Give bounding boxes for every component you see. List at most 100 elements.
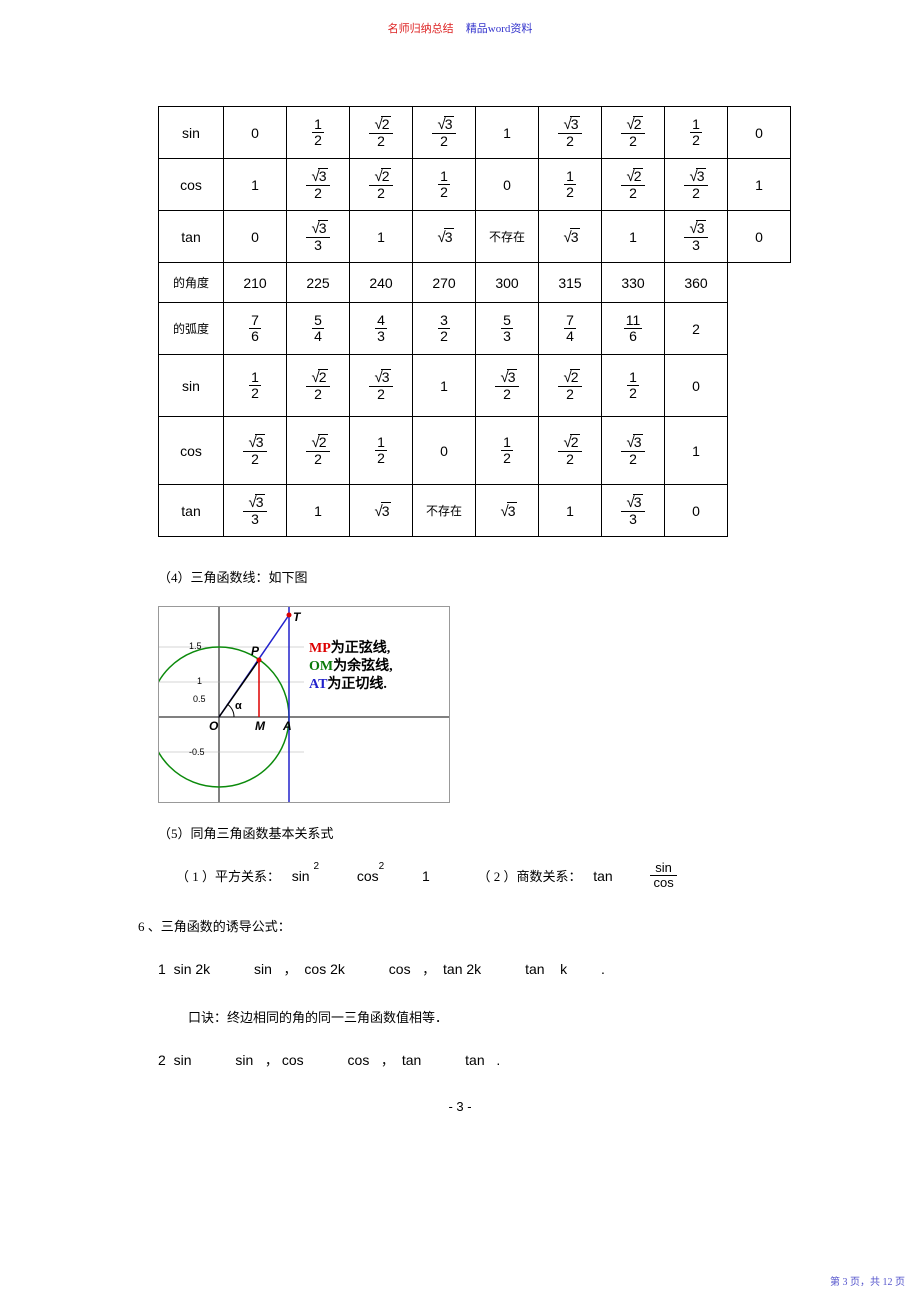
svg-text:A: A <box>282 719 292 733</box>
cell: 22 <box>287 355 350 417</box>
cell: 0 <box>224 211 287 263</box>
cell: 1 <box>728 159 791 211</box>
row-header: cos <box>159 159 224 211</box>
svg-text:α: α <box>235 700 242 712</box>
cell: 12 <box>602 355 665 417</box>
cell: 0 <box>413 417 476 485</box>
cell: 0 <box>665 355 728 417</box>
cell: 1 <box>287 485 350 537</box>
row-header: cos <box>159 417 224 485</box>
table-row: tan 33 1 3 不存在 3 1 33 0 <box>159 485 791 537</box>
induction-formula-1: 1 sin 2k sin ， cos 2k cos ， tan 2k tan k… <box>158 955 798 983</box>
cell: 22 <box>539 355 602 417</box>
cell: 240 <box>350 263 413 303</box>
page-header: 名师归纳总结 精品word资料 <box>0 20 920 36</box>
trig-lines-figure: T P O M A α 1.5 1 0.5 -0.5 MP为正弦线, OM为余弦线,… <box>158 606 450 803</box>
svg-text:P: P <box>251 644 260 658</box>
cell: 74 <box>539 303 602 355</box>
row-header: sin <box>159 355 224 417</box>
section-5-title: （5）同角三角函数基本关系式 <box>158 823 798 842</box>
cell: 12 <box>665 107 728 159</box>
cell: 3 <box>476 485 539 537</box>
table-row: cos 1 32 22 12 0 12 22 32 1 <box>159 159 791 211</box>
identity-formulas: （ 1 ）平方关系： sin 2 cos2 1 （ 2 ）商数关系： tan s… <box>176 862 798 892</box>
table-row: 的弧度 76 54 43 32 53 74 116 2 <box>159 303 791 355</box>
rel2-label: （ 2 ）商数关系： <box>478 869 582 884</box>
cell: 315 <box>539 263 602 303</box>
table-row: sin 12 22 32 1 32 22 12 0 <box>159 355 791 417</box>
page-footer: 第 3 页，共 12 页 <box>830 1273 905 1288</box>
cell: 1 <box>539 485 602 537</box>
cell: 12 <box>287 107 350 159</box>
cell: 225 <box>287 263 350 303</box>
svg-text:T: T <box>293 610 302 624</box>
svg-text:MP为正弦线,: MP为正弦线, <box>309 639 390 656</box>
cell: 33 <box>224 485 287 537</box>
cell: 12 <box>350 417 413 485</box>
section-6-title: 6 、三角函数的诱导公式： <box>138 916 798 935</box>
cell: 22 <box>602 159 665 211</box>
cell: 不存在 <box>476 211 539 263</box>
header-right: 精品word资料 <box>466 23 533 35</box>
svg-text:1: 1 <box>197 676 202 686</box>
cell: 22 <box>287 417 350 485</box>
cell: 不存在 <box>413 485 476 537</box>
page: 名师归纳总结 精品word资料 sin 0 12 22 32 1 32 22 1… <box>0 0 920 1303</box>
cell: 1 <box>476 107 539 159</box>
table-row: tan 0 33 1 3 不存在 3 1 33 0 <box>159 211 791 263</box>
table-row: sin 0 12 22 32 1 32 22 12 0 <box>159 107 791 159</box>
cell: 0 <box>665 485 728 537</box>
content: sin 0 12 22 32 1 32 22 12 0 cos 1 32 22 … <box>158 106 798 1074</box>
cell: 1 <box>413 355 476 417</box>
cell: 33 <box>602 485 665 537</box>
cell: 32 <box>287 159 350 211</box>
cell: 32 <box>476 355 539 417</box>
cell: 3 <box>350 485 413 537</box>
cell: 0 <box>476 159 539 211</box>
svg-text:AT为正切线.: AT为正切线. <box>309 675 387 692</box>
cell: 1 <box>602 211 665 263</box>
koujue-1: 口诀：终边相同的角的同一三角函数值相等． <box>188 1007 798 1026</box>
cell: 1 <box>350 211 413 263</box>
svg-text:OM为余弦线,: OM为余弦线, <box>309 657 393 674</box>
cell: 32 <box>224 417 287 485</box>
cell: 32 <box>602 417 665 485</box>
cell: 0 <box>728 211 791 263</box>
cell: 12 <box>539 159 602 211</box>
cell: 12 <box>476 417 539 485</box>
cell: 12 <box>224 355 287 417</box>
row-header: 的弧度 <box>159 303 224 355</box>
cell: 43 <box>350 303 413 355</box>
cell: 53 <box>476 303 539 355</box>
cell: 270 <box>413 263 476 303</box>
svg-text:0.5: 0.5 <box>193 694 206 704</box>
cell: 2 <box>665 303 728 355</box>
cell: 32 <box>350 355 413 417</box>
header-left: 名师归纳总结 <box>388 23 454 35</box>
cell: 330 <box>602 263 665 303</box>
frac-sin-cos: sin cos <box>650 861 676 891</box>
row-header: tan <box>159 211 224 263</box>
trig-table-1: sin 0 12 22 32 1 32 22 12 0 cos 1 32 22 … <box>158 106 791 537</box>
cell: 76 <box>224 303 287 355</box>
page-number: - 3 - <box>0 1099 920 1114</box>
cell: 210 <box>224 263 287 303</box>
rel1-label: （ 1 ）平方关系： <box>176 869 280 884</box>
svg-text:1.5: 1.5 <box>189 641 202 651</box>
cell: 32 <box>539 107 602 159</box>
cell: 22 <box>539 417 602 485</box>
cell: 54 <box>287 303 350 355</box>
cell: 0 <box>728 107 791 159</box>
row-header: tan <box>159 485 224 537</box>
svg-text:O: O <box>209 719 219 733</box>
figure-svg: T P O M A α 1.5 1 0.5 -0.5 MP为正弦线, OM为余弦线,… <box>159 607 449 802</box>
svg-text:M: M <box>255 719 266 733</box>
cell: 33 <box>665 211 728 263</box>
svg-text:-0.5: -0.5 <box>189 747 205 757</box>
cell: 32 <box>665 159 728 211</box>
table-row: 的角度 210 225 240 270 300 315 330 360 <box>159 263 791 303</box>
cell: 33 <box>287 211 350 263</box>
cell: 3 <box>413 211 476 263</box>
cell: 1 <box>224 159 287 211</box>
cell: 1 <box>665 417 728 485</box>
